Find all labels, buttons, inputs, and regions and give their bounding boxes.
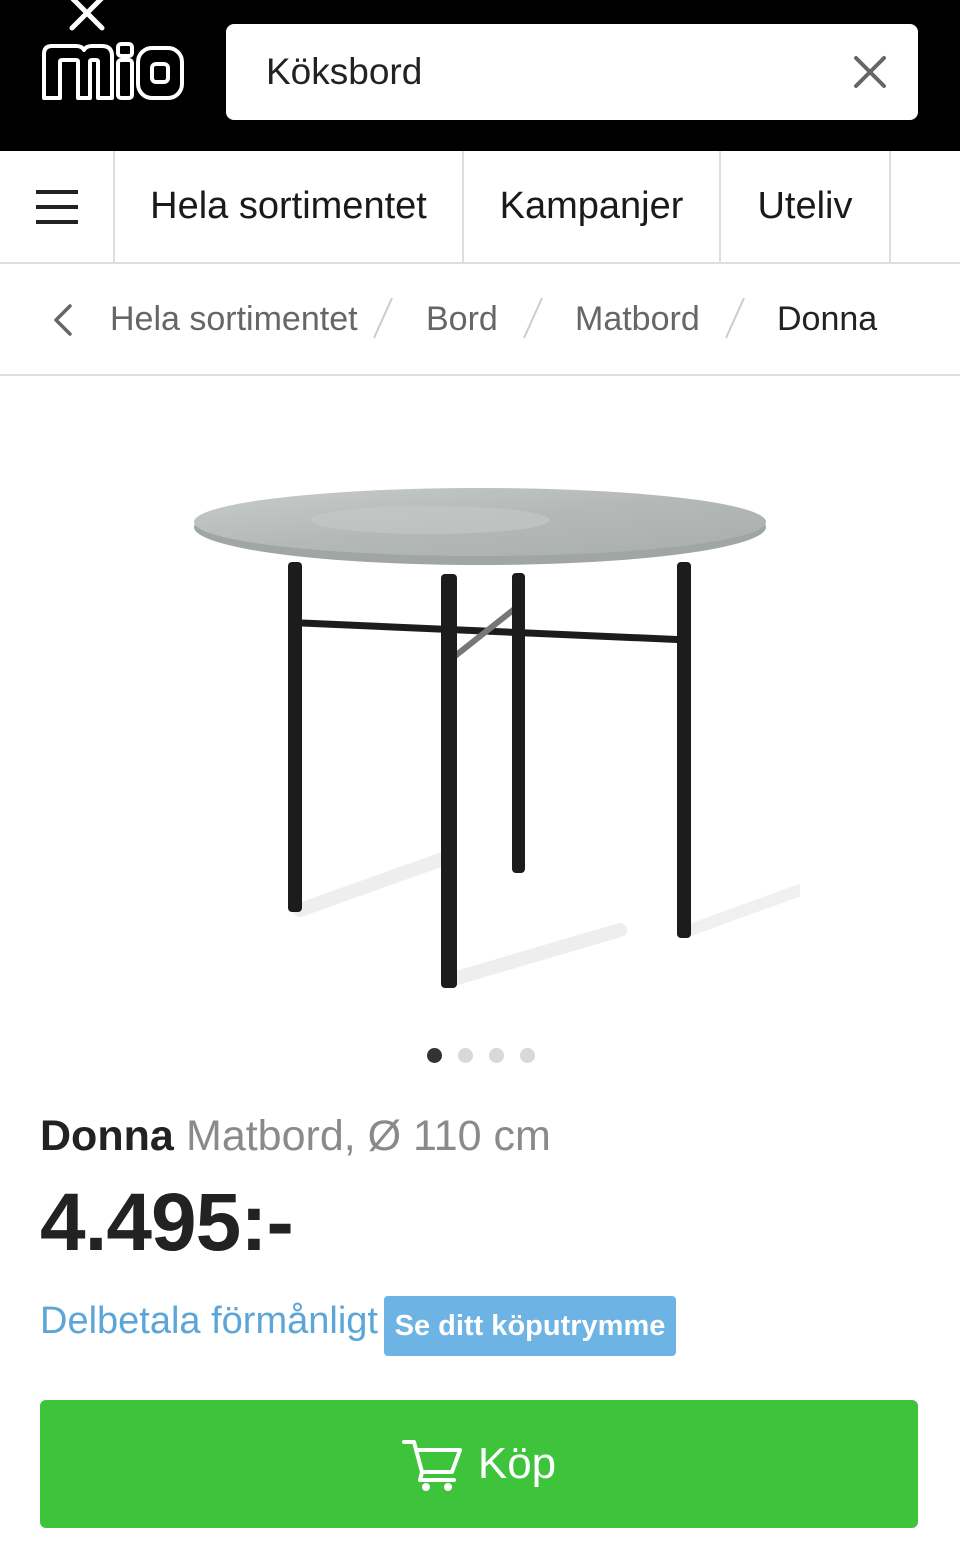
credit-check-button[interactable]: Se ditt köputrymme [384,1296,676,1356]
search-input[interactable] [266,44,826,100]
mio-logo[interactable] [40,38,186,106]
carousel-dot[interactable] [520,1048,535,1063]
breadcrumb-link-bord[interactable]: Bord [426,300,498,339]
header [0,0,960,151]
nav-tab-label: Uteliv [757,185,853,227]
breadcrumb: Hela sortimentet Bord Matbord Donna [0,264,960,376]
close-icon[interactable] [68,0,106,32]
carousel-dot[interactable] [427,1048,442,1063]
hamburger-icon [35,189,78,224]
chevron-left-icon[interactable] [48,300,76,340]
breadcrumb-separator [725,297,745,339]
nav-tab-uteliv[interactable]: Uteliv [721,151,891,262]
menu-button[interactable] [0,151,115,262]
product-name: Donna [40,1112,174,1160]
breadcrumb-separator [523,297,543,339]
product-image-table[interactable] [160,470,800,1010]
buy-button[interactable]: Köp [40,1400,918,1528]
nav-tab-label: Hela sortimentet [150,185,427,227]
shopping-cart-icon [401,1440,462,1491]
installment-link[interactable]: Delbetala förmånligt [40,1300,378,1343]
breadcrumb-link-hela-sortimentet[interactable]: Hela sortimentet [110,300,358,339]
breadcrumb-separator [373,297,393,339]
image-carousel-dots [424,1046,544,1064]
breadcrumb-current: Donna [777,300,878,338]
search-box [226,24,918,120]
breadcrumb-link-matbord[interactable]: Matbord [575,300,700,339]
buy-label: Köp [477,1439,557,1488]
carousel-dot[interactable] [489,1048,504,1063]
product-description: Matbord, Ø 110 cm [186,1112,551,1160]
nav-tab-label: Kampanjer [499,185,684,227]
category-nav: Hela sortimentet Kampanjer Uteliv [0,151,960,264]
nav-tab-hela-sortimentet[interactable]: Hela sortimentet [115,151,464,262]
carousel-dot[interactable] [458,1048,473,1063]
clear-search-icon[interactable] [850,52,890,92]
product-price: 4.495:- [40,1177,294,1268]
nav-tab-kampanjer[interactable]: Kampanjer [464,151,721,262]
credit-check-label: Se ditt köputrymme [394,1309,666,1342]
